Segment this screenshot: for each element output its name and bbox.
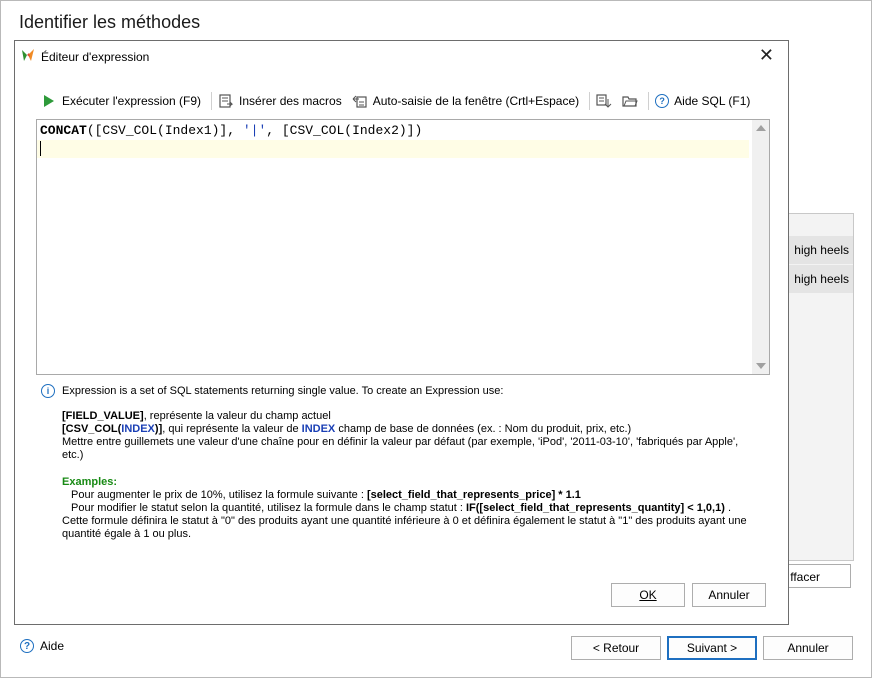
insert-macros-button[interactable]: Insérer des macros [218,93,342,109]
execute-button[interactable]: Exécuter l'expression (F9) [41,93,201,109]
expression-editor[interactable]: CONCAT([CSV_COL(Index1)], '|', [CSV_COL(… [36,119,770,375]
grid-cell[interactable]: high heels [783,265,853,293]
macro-document-icon [218,93,234,109]
save-to-file-icon [596,93,612,109]
editor-scrollbar[interactable] [752,120,769,374]
info-header: i Expression is a set of SQL statements … [41,384,503,398]
token: INDEX [301,423,336,435]
token: INDEX [121,423,155,435]
ok-label: OK [639,588,657,602]
scroll-down-icon[interactable] [756,363,766,369]
csv-col-line: [CSV_COL(INDEX)], qui représente la vale… [62,423,752,436]
toolbar: Exécuter l'expression (F9) Insérer des m… [41,91,760,111]
examples-heading: Examples: [62,476,118,488]
help-label: Aide [40,639,65,653]
clear-button[interactable]: ffacer [782,564,851,588]
field-value-line: [FIELD_VALUE], représente la valeur du c… [62,410,752,423]
wizard-title: Identifier les méthodes [19,12,201,32]
formula: [select_field_that_represents_price] * 1… [366,489,581,501]
next-button[interactable]: Suivant > [667,636,757,660]
example-2: Pour modifier le statut selon la quantit… [62,502,752,515]
cancel-button[interactable]: Annuler [763,636,853,660]
desc: Pour modifier le statut selon la quantit… [71,502,466,514]
desc: champ de base de données (ex. : Nom du p… [335,423,632,435]
help-icon: ? [655,94,670,108]
app-logo-icon [21,48,35,65]
background-grid: high heels high heels [782,213,854,561]
help-icon: ? [20,639,34,653]
current-line-highlight [37,140,749,158]
help-link[interactable]: ? Aide [20,639,64,653]
function-keyword: CONCAT [40,123,87,138]
example-1: Pour augmenter le prix de 10%, utilisez … [62,489,752,502]
toolbar-separator [589,92,591,110]
folder-open-icon [622,93,638,109]
desc: , représente la valeur du champ actuel [143,410,331,422]
grid-cell[interactable]: high heels [783,236,853,264]
info-intro: Expression is a set of SQL statements re… [62,385,504,397]
desc: . [724,502,732,514]
autocomplete-label: Auto-saisie de la fenêtre (Crtl+Espace) [372,94,580,108]
formula: IF([select_field_that_represents_quantit… [465,502,725,514]
example-2-explanation: Cette formule définira le statut à "0" d… [62,515,747,540]
sql-help-label: Aide SQL (F1) [674,94,751,108]
autocomplete-icon [352,93,368,109]
save-button[interactable] [596,93,612,109]
expression-code-line: CONCAT([CSV_COL(Index1)], '|', [CSV_COL(… [40,123,422,138]
open-button[interactable] [622,93,638,109]
close-icon[interactable]: ✕ [759,45,774,66]
back-button[interactable]: < Retour [571,636,661,660]
desc: , qui représente la valeur de [162,423,302,435]
desc: Pour augmenter le prix de 10%, utilisez … [71,489,367,501]
string-literal: '|' [242,123,267,138]
code-fragment: ([CSV_COL(Index1)], [86,123,243,138]
execute-label: Exécuter l'expression (F9) [62,94,202,108]
ok-button[interactable]: OK [611,583,685,607]
code-fragment: , [CSV_COL(Index2)]) [266,123,423,138]
dialog-title: Éditeur d'expression [41,49,150,64]
autocomplete-button[interactable]: Auto-saisie de la fenêtre (Crtl+Espace) [352,93,579,109]
dialog-titlebar: Éditeur d'expression [21,48,149,65]
expression-editor-dialog: Éditeur d'expression ✕ Exécuter l'expres… [14,40,789,625]
toolbar-separator [211,92,213,110]
info-icon: i [41,384,55,398]
toolbar-separator [648,92,650,110]
token: [CSV_COL( [62,423,122,435]
token: [FIELD_VALUE] [62,410,144,422]
sql-help-button[interactable]: ? Aide SQL (F1) [655,94,750,108]
dialog-cancel-button[interactable]: Annuler [692,583,766,607]
insert-macros-label: Insérer des macros [239,94,342,108]
text-caret [40,141,41,156]
quotes-line: Mettre entre guillemets une valeur d'une… [62,436,739,461]
info-text: [FIELD_VALUE], représente la valeur du c… [62,410,752,541]
scroll-up-icon[interactable] [756,125,766,131]
play-icon [41,93,57,109]
